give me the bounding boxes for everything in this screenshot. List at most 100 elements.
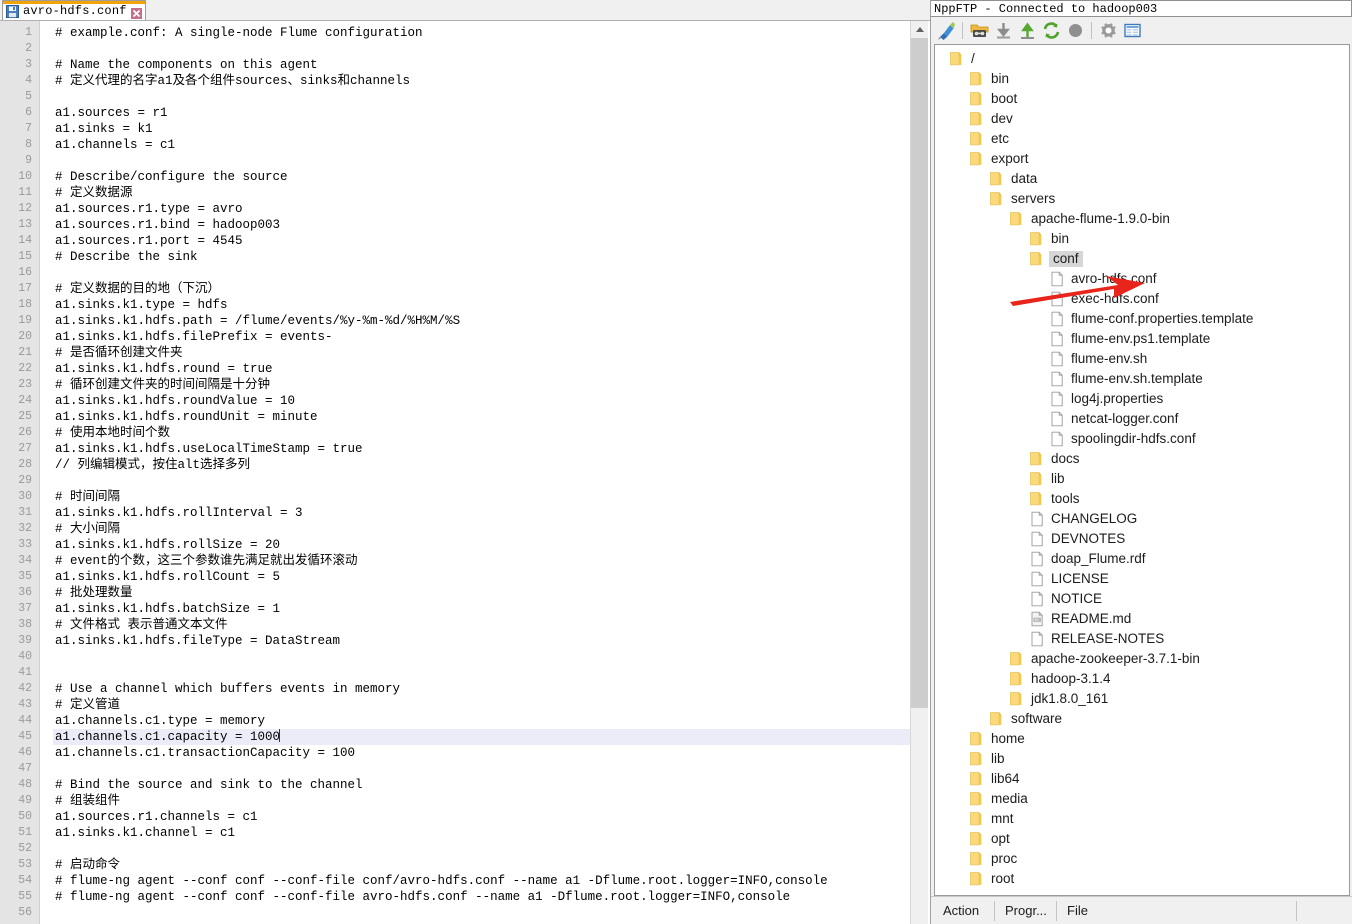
code-line[interactable]: # event的个数，这三个参数谁先满足就出发循环滚动 (53, 553, 910, 569)
code-line[interactable]: # 大小间隔 (53, 521, 910, 537)
settings-gear-icon[interactable] (1097, 20, 1119, 42)
tree-file-item[interactable]: M↓ README.md (935, 609, 1349, 629)
tree-folder-item[interactable]: lib (935, 469, 1349, 489)
code-line[interactable]: a1.sources = r1 (53, 105, 910, 121)
code-line[interactable]: # Name the components on this agent (53, 57, 910, 73)
tree-file-item[interactable]: flume-env.sh.template (935, 369, 1349, 389)
tree-folder-item[interactable]: bin (935, 229, 1349, 249)
code-line[interactable]: # 批处理数量 (53, 585, 910, 601)
tree-file-item[interactable]: netcat-logger.conf (935, 409, 1349, 429)
messages-window-icon[interactable] (1121, 20, 1143, 42)
code-line[interactable] (53, 89, 910, 105)
tree-folder-item[interactable]: lib (935, 749, 1349, 769)
code-line[interactable] (53, 41, 910, 57)
tree-folder-item[interactable]: conf (935, 249, 1349, 269)
tree-file-item[interactable]: RELEASE-NOTES (935, 629, 1349, 649)
close-icon[interactable] (130, 6, 142, 19)
code-line[interactable]: # Describe the sink (53, 249, 910, 265)
code-line[interactable]: a1.channels.c1.type = memory (53, 713, 910, 729)
fold-margin[interactable] (40, 21, 53, 924)
code-line[interactable] (53, 649, 910, 665)
code-line[interactable]: a1.sources.r1.channels = c1 (53, 809, 910, 825)
code-line[interactable]: # 定义代理的名字a1及各个组件sources、sinks和channels (53, 73, 910, 89)
code-line[interactable]: a1.sinks.k1.hdfs.filePrefix = events- (53, 329, 910, 345)
tree-folder-item[interactable]: hadoop-3.1.4 (935, 669, 1349, 689)
code-line[interactable] (53, 665, 910, 681)
code-line[interactable]: # 定义数据的目的地（下沉） (53, 281, 910, 297)
tree-file-item[interactable]: flume-env.ps1.template (935, 329, 1349, 349)
code-line[interactable]: a1.sinks.k1.hdfs.rollCount = 5 (53, 569, 910, 585)
code-line[interactable]: a1.sinks.k1.hdfs.useLocalTimeStamp = tru… (53, 441, 910, 457)
code-line[interactable] (53, 841, 910, 857)
tree-folder-item[interactable]: opt (935, 829, 1349, 849)
tree-folder-item[interactable]: / (935, 49, 1349, 69)
code-line[interactable]: a1.sinks.k1.hdfs.rollInterval = 3 (53, 505, 910, 521)
tree-folder-item[interactable]: servers (935, 189, 1349, 209)
tree-file-item[interactable]: log4j.properties (935, 389, 1349, 409)
code-line[interactable]: # 定义数据源 (53, 185, 910, 201)
code-line[interactable]: # 文件格式 表示普通文本文件 (53, 617, 910, 633)
tree-folder-item[interactable]: apache-zookeeper-3.7.1-bin (935, 649, 1349, 669)
code-line[interactable]: a1.sinks.k1.hdfs.path = /flume/events/%y… (53, 313, 910, 329)
tree-folder-item[interactable]: home (935, 729, 1349, 749)
editor-vertical-scrollbar[interactable] (910, 21, 928, 924)
tree-file-item[interactable]: flume-env.sh (935, 349, 1349, 369)
tree-file-item[interactable]: CHANGELOG (935, 509, 1349, 529)
tree-file-item[interactable]: exec-hdfs.conf (935, 289, 1349, 309)
tab-avro-hdfs-conf[interactable]: avro-hdfs.conf (2, 0, 146, 20)
code-line[interactable]: # 是否循环创建文件夹 (53, 345, 910, 361)
tree-folder-item[interactable]: jdk1.8.0_161 (935, 689, 1349, 709)
code-line[interactable]: # flume-ng agent --conf conf --conf-file… (53, 889, 910, 905)
tree-file-item[interactable]: DEVNOTES (935, 529, 1349, 549)
open-directory-icon[interactable] (968, 20, 990, 42)
tree-file-item[interactable]: doap_Flume.rdf (935, 549, 1349, 569)
tree-folder-item[interactable]: lib64 (935, 769, 1349, 789)
code-line[interactable]: a1.sinks.k1.hdfs.fileType = DataStream (53, 633, 910, 649)
code-line[interactable]: # 时间间隔 (53, 489, 910, 505)
code-line[interactable] (53, 265, 910, 281)
tree-folder-item[interactable]: software (935, 709, 1349, 729)
tree-file-item[interactable]: LICENSE (935, 569, 1349, 589)
tree-file-item[interactable]: NOTICE (935, 589, 1349, 609)
code-text-area[interactable]: # example.conf: A single-node Flume conf… (53, 21, 910, 924)
tree-folder-item[interactable]: tools (935, 489, 1349, 509)
tree-folder-item[interactable]: proc (935, 849, 1349, 869)
tree-folder-item[interactable]: boot (935, 89, 1349, 109)
scrollbar-thumb[interactable] (911, 38, 928, 708)
connect-icon[interactable] (935, 20, 957, 42)
tree-file-item[interactable]: spoolingdir-hdfs.conf (935, 429, 1349, 449)
code-line[interactable]: a1.channels.c1.capacity = 1000 (53, 729, 910, 745)
tree-folder-item[interactable]: mnt (935, 809, 1349, 829)
ftp-tree-container[interactable]: / bin boot dev etc export data servers apache-fl… (934, 44, 1350, 896)
tree-folder-item[interactable]: dev (935, 109, 1349, 129)
tree-folder-item[interactable]: apache-flume-1.9.0-bin (935, 209, 1349, 229)
tree-folder-item[interactable]: export (935, 149, 1349, 169)
code-line[interactable]: a1.sinks.k1.hdfs.roundUnit = minute (53, 409, 910, 425)
code-line[interactable]: # Bind the source and sink to the channe… (53, 777, 910, 793)
download-icon[interactable] (992, 20, 1014, 42)
code-line[interactable]: a1.sinks.k1.hdfs.roundValue = 10 (53, 393, 910, 409)
code-line[interactable]: // 列编辑模式，按住alt选择多列 (53, 457, 910, 473)
code-line[interactable]: a1.channels.c1.transactionCapacity = 100 (53, 745, 910, 761)
ftp-file-tree[interactable]: / bin boot dev etc export data servers apache-fl… (935, 45, 1349, 889)
tree-folder-item[interactable]: media (935, 789, 1349, 809)
tree-folder-item[interactable]: bin (935, 69, 1349, 89)
refresh-icon[interactable] (1040, 20, 1062, 42)
upload-icon[interactable] (1016, 20, 1038, 42)
code-line[interactable]: a1.sinks.k1.hdfs.rollSize = 20 (53, 537, 910, 553)
tree-folder-item[interactable]: docs (935, 449, 1349, 469)
tree-folder-item[interactable]: etc (935, 129, 1349, 149)
code-line[interactable]: a1.sources.r1.bind = hadoop003 (53, 217, 910, 233)
code-line[interactable] (53, 153, 910, 169)
abort-icon[interactable] (1064, 20, 1086, 42)
code-line[interactable]: # 定义管道 (53, 697, 910, 713)
code-area[interactable]: 1 2 3 4 5 6 7 8 9 10 11 12 13 14 15 16 17 18 19 20 21 22 23 24 2… (0, 21, 910, 924)
tree-file-item[interactable]: flume-conf.properties.template (935, 309, 1349, 329)
code-line[interactable]: a1.sinks = k1 (53, 121, 910, 137)
tree-folder-item[interactable]: root (935, 869, 1349, 889)
scroll-up-button[interactable] (911, 21, 928, 38)
scrollbar-track[interactable] (911, 38, 928, 924)
code-line[interactable]: # 启动命令 (53, 857, 910, 873)
code-line[interactable]: # Use a channel which buffers events in … (53, 681, 910, 697)
code-line[interactable]: a1.sources.r1.type = avro (53, 201, 910, 217)
